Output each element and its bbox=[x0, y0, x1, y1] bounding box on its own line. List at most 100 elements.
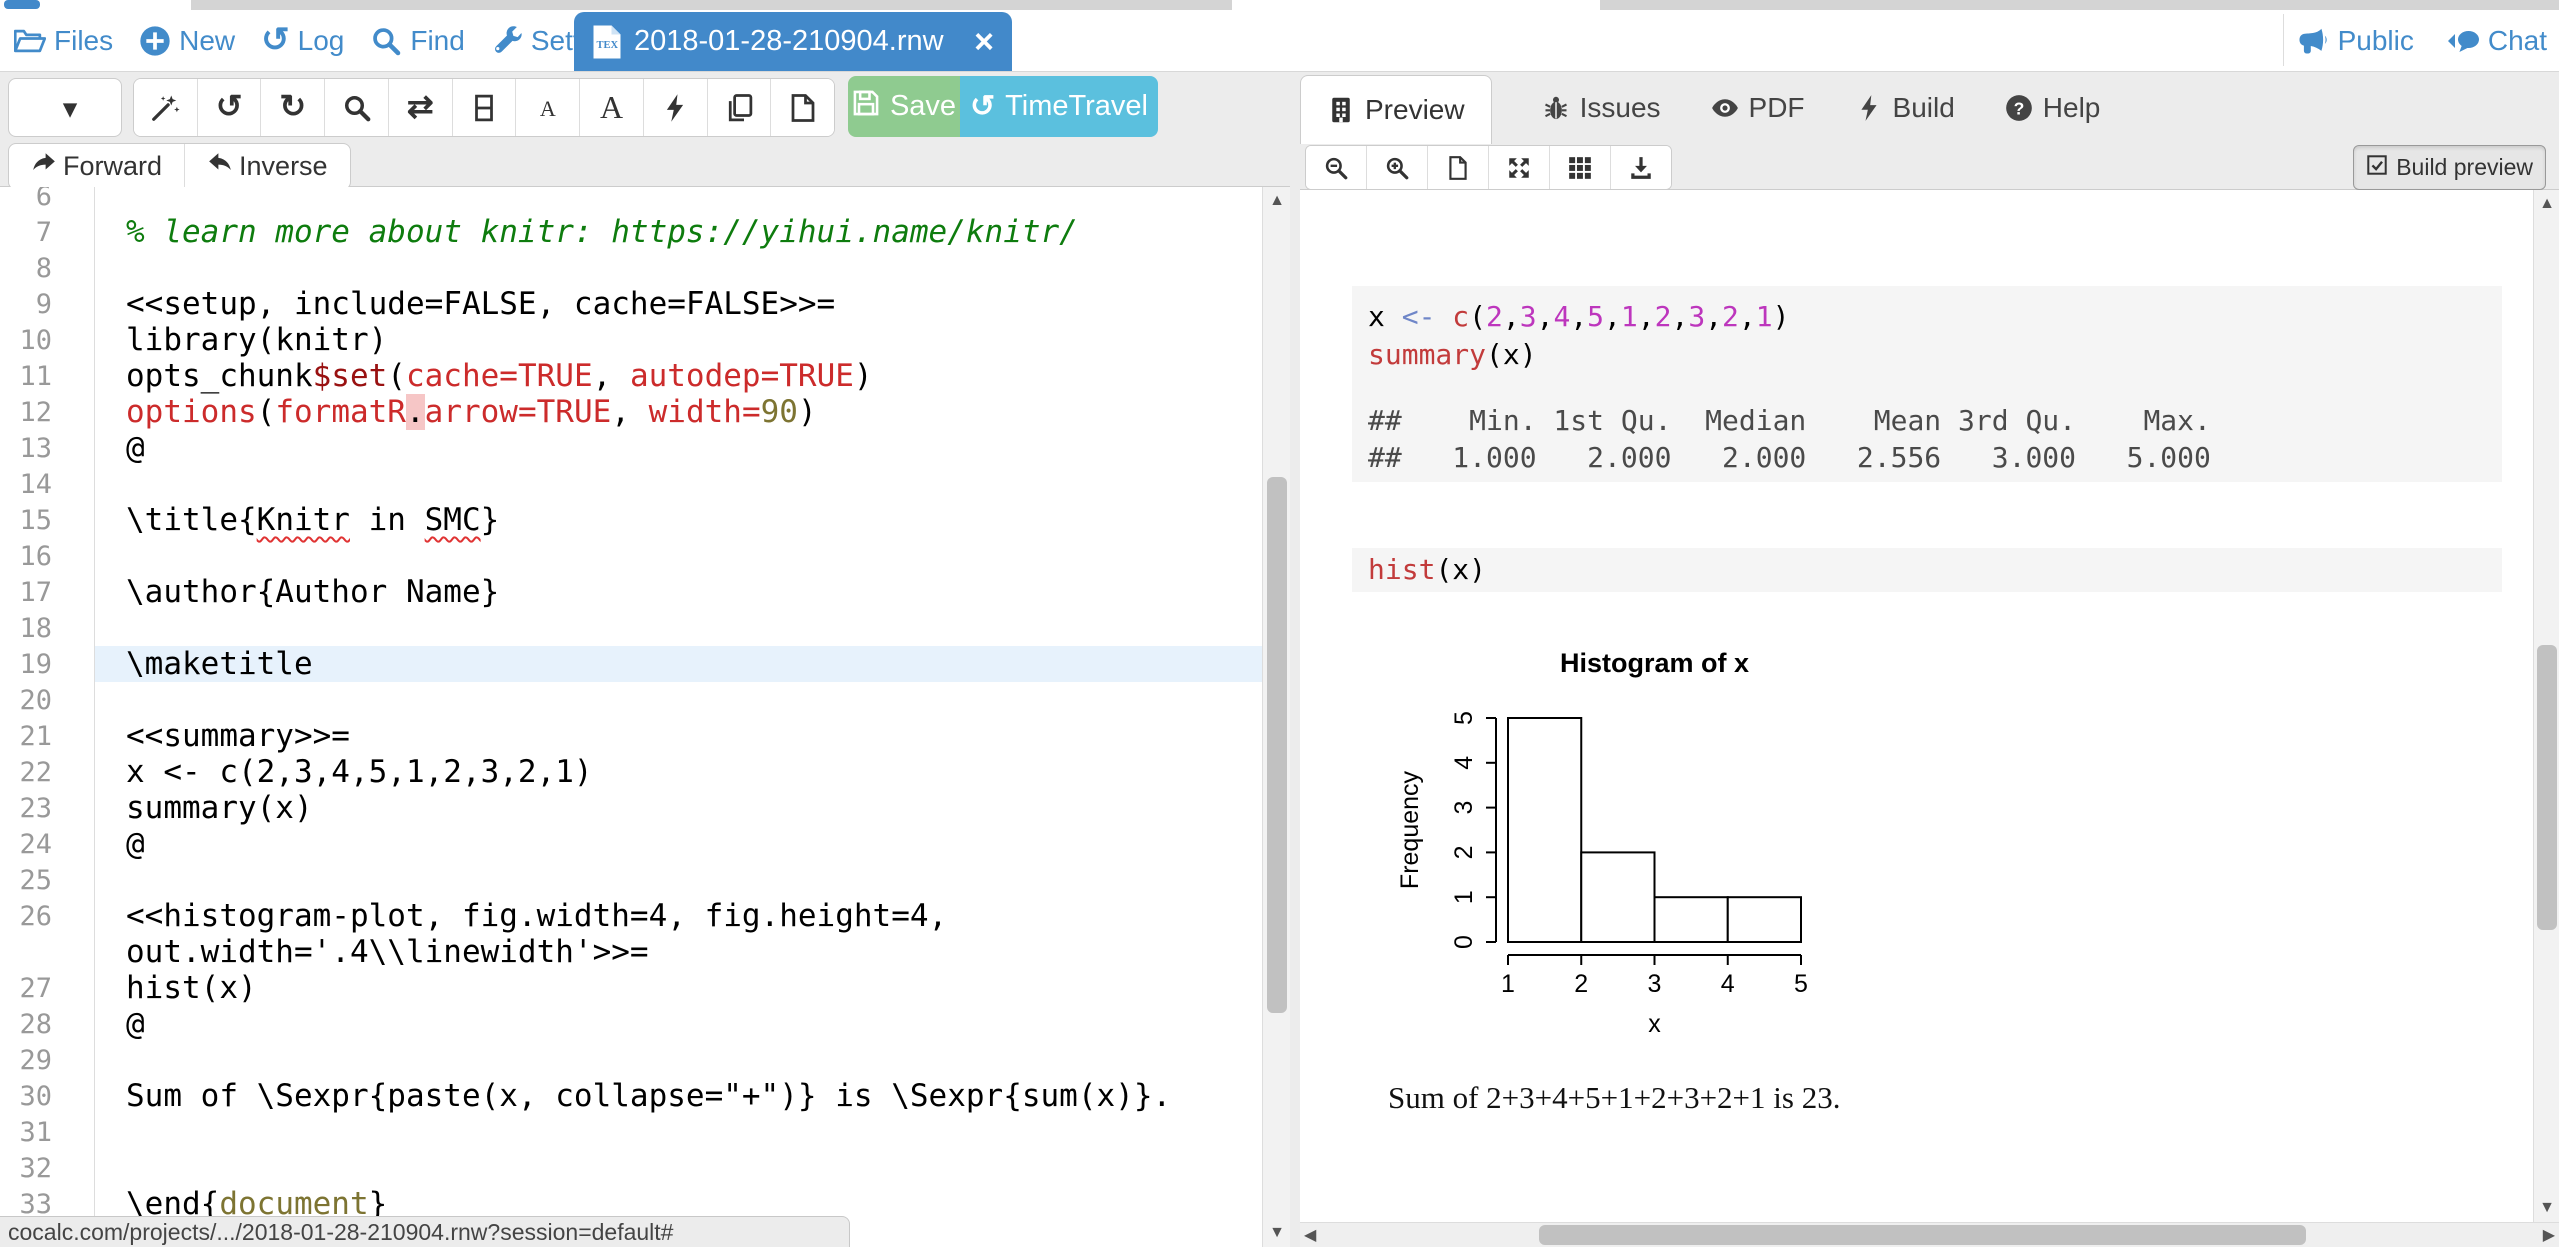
line-number: 8 bbox=[0, 250, 52, 287]
font-increase-icon: A bbox=[600, 89, 623, 126]
editor-line: 10library(knitr) bbox=[0, 322, 1262, 358]
zoom-out-icon bbox=[1323, 155, 1349, 181]
exchange-button[interactable]: ⇄ bbox=[388, 79, 452, 136]
editor-line: 20 bbox=[0, 682, 1262, 718]
line-number: 29 bbox=[0, 1042, 52, 1079]
nav-label: Find bbox=[410, 25, 464, 57]
line-number: 24 bbox=[0, 826, 52, 863]
scroll-up-icon[interactable]: ▲ bbox=[1263, 193, 1291, 209]
editor-line: 18 bbox=[0, 610, 1262, 646]
nav-item-find[interactable]: Find bbox=[370, 25, 464, 57]
editor-line: 25 bbox=[0, 862, 1262, 898]
inverse-button[interactable]: Inverse bbox=[184, 144, 350, 189]
strip-segment bbox=[1600, 0, 2559, 10]
close-icon[interactable]: × bbox=[974, 25, 994, 59]
preview-h-scroll-thumb[interactable] bbox=[1539, 1225, 2306, 1245]
search-icon bbox=[370, 25, 402, 57]
caret-down-icon: ▾ bbox=[63, 95, 76, 121]
preview-tab-issues[interactable]: Issues bbox=[1542, 92, 1661, 124]
preview-h-scrollbar[interactable]: ◀ ▶ bbox=[1300, 1222, 2559, 1247]
tab-label: Preview bbox=[1365, 94, 1465, 126]
grid-button[interactable] bbox=[1549, 146, 1610, 189]
line-number: 6 bbox=[0, 187, 52, 215]
histogram-plot: Histogram of x01234512345xFrequency bbox=[1390, 640, 1950, 1050]
preview-tab-pdf[interactable]: PDF bbox=[1711, 92, 1805, 124]
line-number: 19 bbox=[0, 646, 52, 683]
top-nav-bar: FilesNew↺LogFindSettings TEX 2018-01-28-… bbox=[0, 10, 2559, 71]
editor-line: 17\author{Author Name} bbox=[0, 574, 1262, 610]
split-view-button[interactable] bbox=[452, 79, 516, 136]
search-icon bbox=[342, 93, 372, 123]
bolt-button[interactable] bbox=[643, 79, 707, 136]
file-tab[interactable]: TEX 2018-01-28-210904.rnw × bbox=[574, 12, 1012, 71]
svg-text:TEX: TEX bbox=[597, 40, 619, 51]
scroll-down-icon[interactable]: ▼ bbox=[1263, 1225, 1291, 1241]
undo-button[interactable]: ↺ bbox=[197, 79, 261, 136]
preview-zoom-group bbox=[1305, 145, 1672, 190]
preview-tab-build[interactable]: Build bbox=[1855, 92, 1955, 124]
save-button[interactable]: Save bbox=[848, 76, 960, 137]
file-menu-button[interactable]: ▾ bbox=[8, 78, 122, 137]
font-increase-button[interactable]: A bbox=[579, 79, 643, 136]
code-line: summary(x) bbox=[1368, 336, 2502, 374]
svg-text:1: 1 bbox=[1450, 890, 1478, 904]
svg-text:Histogram of x: Histogram of x bbox=[1560, 648, 1749, 678]
download-icon bbox=[1628, 155, 1654, 181]
paste-icon bbox=[788, 93, 818, 123]
svg-text:5: 5 bbox=[1794, 970, 1808, 998]
search-button[interactable] bbox=[324, 79, 388, 136]
svg-text:5: 5 bbox=[1450, 711, 1478, 725]
preview-content: x <- c(2,3,4,5,1,2,3,2,1)summary(x) ## M… bbox=[1300, 190, 2533, 1222]
checkbox-checked-icon bbox=[2366, 154, 2388, 182]
scroll-down-icon[interactable]: ▼ bbox=[2534, 1200, 2559, 1216]
r-output-line: ## Min. 1st Qu. Median Mean 3rd Qu. Max. bbox=[1368, 402, 2502, 439]
nav-divider bbox=[2283, 14, 2284, 66]
line-number: 12 bbox=[0, 394, 52, 431]
code-editor[interactable]: 67% learn more about knitr: https://yihu… bbox=[0, 187, 1262, 1247]
redo-button[interactable]: ↻ bbox=[260, 79, 324, 136]
zoom-out-button[interactable] bbox=[1306, 146, 1366, 189]
svg-text:0: 0 bbox=[1450, 935, 1478, 949]
svg-text:3: 3 bbox=[1450, 801, 1478, 815]
line-number: 11 bbox=[0, 358, 52, 395]
editor-scroll-thumb[interactable] bbox=[1267, 477, 1287, 1013]
zoom-in-button[interactable] bbox=[1366, 146, 1427, 189]
copy-button[interactable] bbox=[707, 79, 771, 136]
preview-scroll-thumb[interactable] bbox=[2537, 645, 2557, 930]
font-decrease-button[interactable]: A bbox=[515, 79, 579, 136]
nav-item-chat[interactable]: Chat bbox=[2448, 25, 2547, 57]
floppy-icon bbox=[852, 89, 880, 125]
nav-item-public[interactable]: Public bbox=[2298, 25, 2414, 57]
preview-tab-preview[interactable]: Preview bbox=[1300, 75, 1492, 144]
code-chunk-block: hist(x) bbox=[1352, 548, 2502, 592]
preview-tab-help[interactable]: ?Help bbox=[2005, 92, 2101, 124]
forward-button[interactable]: Forward bbox=[9, 144, 184, 189]
r-output-line: ## 1.000 2.000 2.000 2.556 3.000 5.000 bbox=[1368, 439, 2502, 476]
question-circle-icon: ? bbox=[2005, 94, 2033, 122]
editor-scrollbar[interactable]: ▲ ▼ bbox=[1262, 187, 1291, 1247]
editor-line: 31 bbox=[0, 1114, 1262, 1150]
download-button[interactable] bbox=[1610, 146, 1671, 189]
nav-item-files[interactable]: Files bbox=[14, 25, 113, 57]
paste-button[interactable] bbox=[770, 79, 834, 136]
scroll-up-icon[interactable]: ▲ bbox=[2534, 196, 2559, 212]
expand-button[interactable] bbox=[1488, 146, 1549, 189]
nav-item-log[interactable]: ↺Log bbox=[261, 23, 344, 58]
build-preview-button[interactable]: Build preview bbox=[2353, 145, 2546, 190]
pane-splitter[interactable] bbox=[1290, 71, 1300, 1247]
line-number: 18 bbox=[0, 610, 52, 647]
timetravel-button[interactable]: ↺ TimeTravel bbox=[960, 76, 1158, 137]
magic-wand-button[interactable] bbox=[134, 79, 197, 136]
line-number: 20 bbox=[0, 682, 52, 719]
editor-toolbar: ▾ ↺↻ ⇄ A A Save ↺ TimeTravel Forward Invers… bbox=[0, 71, 1290, 187]
line-number: 23 bbox=[0, 790, 52, 827]
line-number: 13 bbox=[0, 430, 52, 467]
nav-item-new[interactable]: New bbox=[139, 25, 235, 57]
font-decrease-icon: A bbox=[540, 91, 556, 124]
scroll-left-icon[interactable]: ◀ bbox=[1304, 1223, 1316, 1247]
page-button[interactable] bbox=[1427, 146, 1488, 189]
scroll-right-icon[interactable]: ▶ bbox=[2543, 1223, 2555, 1247]
line-number: 25 bbox=[0, 862, 52, 899]
bolt-icon bbox=[1855, 94, 1883, 122]
preview-scrollbar[interactable]: ▲ ▼ bbox=[2533, 190, 2559, 1222]
